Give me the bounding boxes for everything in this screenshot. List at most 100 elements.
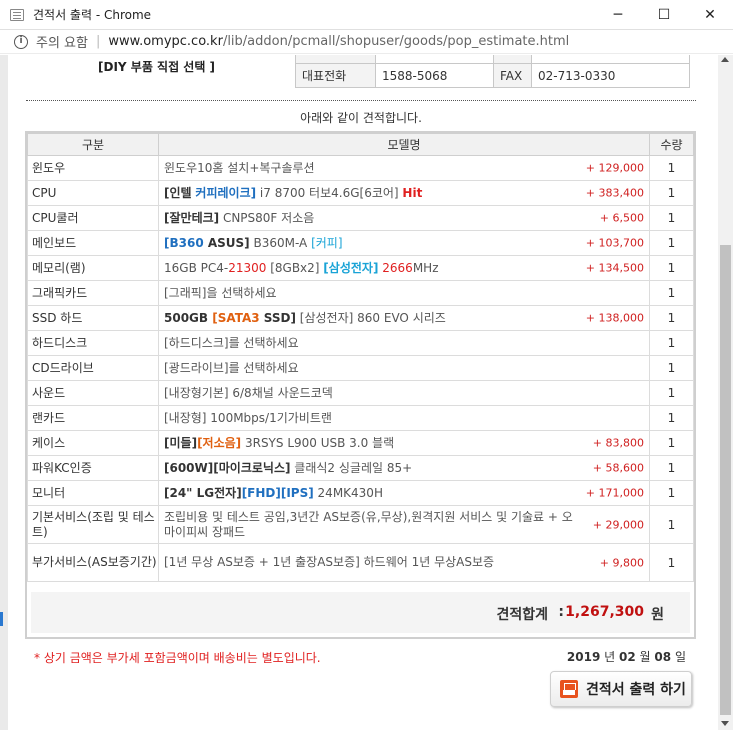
print-button-label: 견적서 출력 하기 — [586, 682, 686, 698]
row-category: 모니터 — [27, 480, 159, 506]
row-qty: 1 — [649, 505, 694, 544]
row-category: 그래픽카드 — [27, 280, 159, 306]
row-category: 윈도우 — [27, 155, 159, 181]
row-model: 조립비용 및 테스트 공임,3년간 AS보증(유,무상),원격지원 서비스 및 … — [158, 505, 650, 544]
row-model: 500GB [SATA3 SSD] [삼성전자] 860 EVO 시리즈 + 13… — [158, 305, 650, 331]
address-separator: | — [95, 34, 101, 49]
close-button[interactable]: ✕ — [687, 0, 733, 30]
row-model: [잘만테크] CNPS80F 저소음 + 6,500 — [158, 205, 650, 231]
total-label: 견적합계 — [496, 607, 548, 623]
model-spec: [삼성전자] 860 EVO 시리즈 — [295, 310, 446, 325]
model-part: [미들] — [164, 435, 198, 450]
row-qty: 1 — [649, 480, 694, 506]
model-text: [내장형기본] 6/8채널 사운드코덱 — [164, 385, 333, 400]
row-price: + 103,700 — [585, 236, 644, 250]
phone-label: 대표전화 — [295, 63, 376, 88]
model-brand: [마이크로닉스] — [213, 460, 291, 475]
left-edge — [0, 55, 8, 730]
info-cell — [531, 55, 690, 64]
estimate-date: 2019 년 02 월 08 일 — [567, 648, 686, 665]
company-info-row: 대표전화 1588-5068 FAX 02-713-0330 — [295, 63, 690, 88]
row-qty: 1 — [649, 280, 694, 306]
model-spec: 3RSYS L900 USB 3.0 블랙 — [241, 435, 395, 450]
info-cell — [295, 55, 376, 64]
row-qty: 1 — [649, 380, 694, 406]
table-header-row: 구분 모델명 수량 — [27, 133, 694, 156]
row-price: + 383,400 — [585, 186, 644, 200]
model-spec: 클래식2 싱글레일 85+ — [290, 460, 413, 475]
url-host[interactable]: www.omypc.co.kr — [108, 34, 223, 49]
table-row: 파워KC인증 [600W][마이크로닉스] 클래식2 싱글레일 85+ + 58,… — [27, 455, 694, 481]
table-row: 그래픽카드 [그래픽]을 선택하세요 1 — [27, 280, 694, 306]
table-row: 부가서비스(AS보증기간) [1년 무상 AS보증 + 1년 출장AS보증] 하… — [27, 543, 694, 582]
model-text: [그래픽]을 선택하세요 — [164, 285, 277, 300]
row-model: [하드디스크]를 선택하세요 — [158, 330, 650, 356]
row-price: + 171,000 — [585, 486, 644, 500]
row-category: 파워KC인증 — [27, 455, 159, 481]
date-day: 08 — [654, 650, 672, 664]
row-qty: 1 — [649, 230, 694, 256]
model-part: [24" LG전자] — [164, 485, 242, 500]
dotted-divider — [26, 100, 696, 101]
row-price: + 129,000 — [585, 161, 644, 175]
model-brand: ASUS] — [203, 235, 250, 250]
row-category: 하드디스크 — [27, 330, 159, 356]
row-model: [인텔 커피레이크] i7 8700 터보4.6G[6코어] Hit + 383,… — [158, 180, 650, 206]
table-row: 케이스 [미들][저소음] 3RSYS L900 USB 3.0 블랙 + 83,… — [27, 430, 694, 456]
model-part: 21300 — [228, 260, 267, 275]
date-day-unit: 일 — [674, 650, 686, 664]
model-part: SSD] — [259, 310, 296, 325]
maximize-button[interactable]: ☐ — [641, 0, 687, 30]
model-spec: B360M-A — [249, 235, 312, 250]
info-cell — [375, 55, 494, 64]
hit-badge: Hit — [402, 185, 423, 200]
row-qty: 1 — [649, 455, 694, 481]
col-category-header: 구분 — [27, 133, 159, 156]
model-part: 16GB PC4- — [164, 260, 229, 275]
row-category: 기본서비스(조립 및 테스트) — [27, 505, 159, 544]
model-tag: [커피] — [311, 235, 343, 250]
row-model: [내장형] 100Mbps/1기가비트랜 — [158, 405, 650, 431]
row-price: + 134,500 — [585, 261, 644, 275]
security-warning[interactable]: 주의 요함 — [36, 32, 88, 51]
scroll-up-arrow-icon[interactable] — [721, 57, 729, 62]
window-title: 견적서 출력 - Chrome — [33, 8, 152, 22]
model-brand: [인텔 — [164, 185, 192, 200]
date-year-unit: 년 — [604, 650, 616, 664]
total-colon: : — [558, 604, 564, 620]
table-row: CPU쿨러 [잘만테크] CNPS80F 저소음 + 6,500 1 — [27, 205, 694, 231]
vat-notice: * 상기 금액은 부가세 포함금액이며 배송비는 별도입니다. — [34, 651, 321, 665]
row-model: [600W][마이크로닉스] 클래식2 싱글레일 85+ + 58,600 — [158, 455, 650, 481]
table-row: 기본서비스(조립 및 테스트) 조립비용 및 테스트 공임,3년간 AS보증(유… — [27, 505, 694, 544]
print-estimate-button[interactable]: 견적서 출력 하기 — [550, 671, 692, 707]
model-series: 커피레이크] — [195, 185, 257, 200]
scroll-down-arrow-icon[interactable] — [721, 721, 729, 726]
row-price: + 83,800 — [592, 436, 644, 450]
table-row: 윈도우 윈도우10홈 설치+복구솔루션 + 129,000 1 — [27, 155, 694, 181]
window-titlebar: 견적서 출력 - Chrome ─ ☐ ✕ — [0, 0, 733, 30]
phone-value: 1588-5068 — [375, 63, 494, 88]
table-row: 랜카드 [내장형] 100Mbps/1기가비트랜 1 — [27, 405, 694, 431]
company-info-row — [295, 55, 690, 64]
row-category: 부가서비스(AS보증기간) — [27, 543, 159, 582]
estimate-table: 구분 모델명 수량 윈도우 윈도우10홈 설치+복구솔루션 + 129,000 1… — [27, 133, 694, 582]
row-qty: 1 — [649, 305, 694, 331]
total-value: 1,267,300 — [565, 604, 644, 620]
minimize-button[interactable]: ─ — [595, 0, 641, 30]
row-qty: 1 — [649, 405, 694, 431]
scrollbar-thumb[interactable] — [720, 245, 731, 715]
vertical-scrollbar[interactable] — [718, 55, 733, 730]
model-part: [8GBx2] — [266, 260, 324, 275]
model-part: 2666 — [382, 260, 413, 275]
url-path[interactable]: /lib/addon/pcmall/shopuser/goods/pop_est… — [223, 34, 569, 49]
model-spec: i7 8700 터보4.6G[6코어] — [256, 185, 403, 200]
model-part: [IPS] — [280, 485, 314, 500]
address-bar[interactable]: i 주의 요함 | www.omypc.co.kr/lib/addon/pcma… — [0, 30, 733, 54]
fax-value: 02-713-0330 — [531, 63, 690, 88]
row-model: [그래픽]을 선택하세요 — [158, 280, 650, 306]
row-category: CD드라이브 — [27, 355, 159, 381]
row-price: + 58,600 — [592, 461, 644, 475]
info-icon[interactable]: i — [14, 34, 28, 49]
row-model: [B360 ASUS] B360M-A [커피] + 103,700 — [158, 230, 650, 256]
window-controls: ─ ☐ ✕ — [595, 0, 733, 30]
